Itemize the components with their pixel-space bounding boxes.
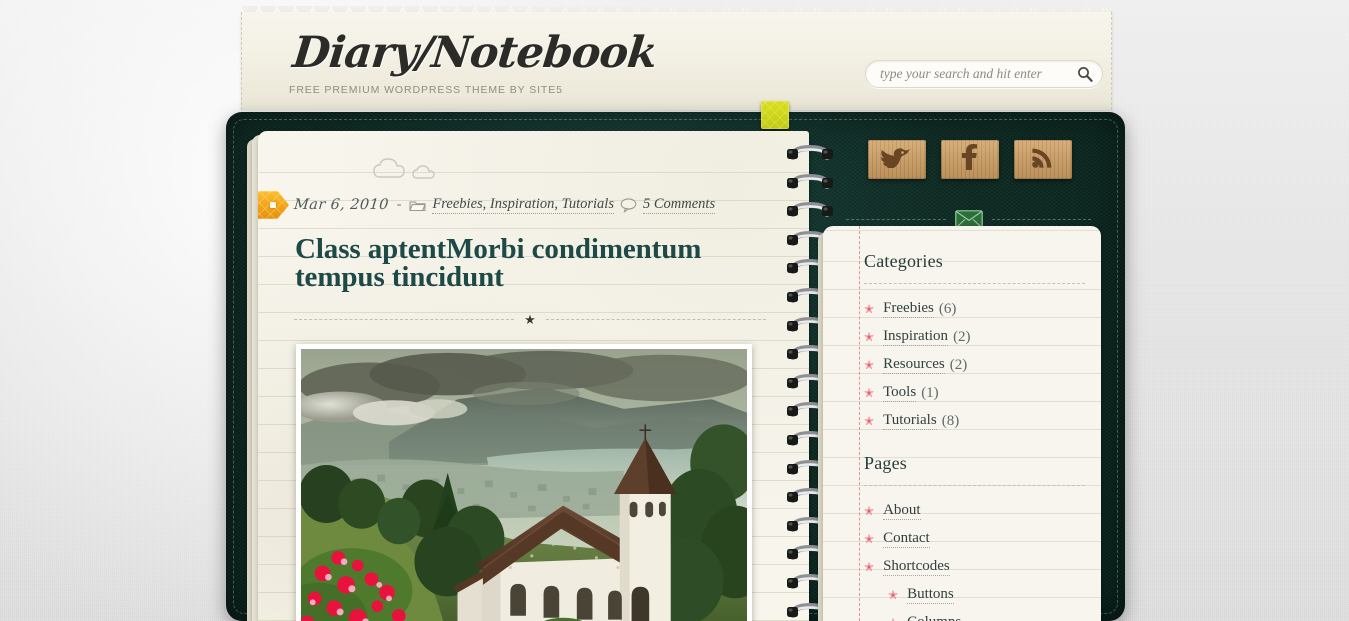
- category-count: (2): [949, 356, 968, 373]
- category-count: (8): [941, 412, 960, 429]
- social-links: [868, 140, 1072, 179]
- category-list: ✭ Freebies (6) ✭ Inspiration (2) ✭ Resou…: [864, 295, 1089, 435]
- social-link-facebook[interactable]: [941, 140, 999, 179]
- list-item[interactable]: ✭ Tools (1): [864, 379, 1089, 407]
- site-tagline: FREE PREMIUM WORDPRESS THEME BY SITE5: [289, 84, 563, 96]
- cloud-doodle-icon: [372, 157, 442, 188]
- spiral-ring: [786, 173, 834, 191]
- category-link[interactable]: Tools: [883, 384, 917, 402]
- post-title[interactable]: Class aptentMorbi condimentum tempus tin…: [295, 235, 765, 292]
- page-link[interactable]: About: [883, 502, 921, 520]
- search-input[interactable]: [866, 66, 1072, 82]
- widget-rule-categories: [864, 283, 1085, 284]
- title-divider: ★: [294, 311, 766, 327]
- post-featured-image[interactable]: [296, 344, 752, 621]
- site-header: Diary/Notebook FREE PREMIUM WORDPRESS TH…: [241, 12, 1112, 110]
- content-page: Mar 6, 2010 - Freebies, Inspiration, Tut…: [258, 131, 809, 621]
- search-box[interactable]: [865, 60, 1103, 88]
- category-count: (1): [921, 384, 939, 401]
- post-category-links[interactable]: Freebies, Inspiration, Tutorials: [432, 196, 614, 214]
- sidebar-margin-line: [859, 226, 860, 621]
- meta-dash: -: [396, 197, 402, 212]
- category-link[interactable]: Tutorials: [883, 412, 937, 430]
- photo-artwork: [301, 349, 747, 621]
- folder-icon: [409, 198, 427, 212]
- star-bullet-icon: ✭: [864, 532, 875, 546]
- star-bullet-icon: ✭: [864, 414, 875, 428]
- list-item[interactable]: ✭ Columns: [864, 609, 1089, 621]
- rss-icon: [1031, 145, 1055, 174]
- category-link[interactable]: Resources: [883, 356, 945, 374]
- page-link[interactable]: Buttons: [907, 586, 954, 604]
- post-comments-link[interactable]: 5 Comments: [642, 196, 716, 214]
- star-bullet-icon: ✭: [864, 358, 875, 372]
- search-icon[interactable]: [1072, 61, 1098, 87]
- page-link[interactable]: Columns: [907, 614, 961, 621]
- divider-star-icon: ★: [524, 311, 536, 327]
- list-item[interactable]: ✭ Shortcodes: [864, 553, 1089, 581]
- spiral-ring: [786, 202, 834, 219]
- list-item[interactable]: ✭ Resources (2): [864, 351, 1089, 379]
- list-item[interactable]: ✭ Freebies (6): [864, 295, 1089, 323]
- page-link[interactable]: Contact: [883, 530, 930, 548]
- star-bullet-icon: ✭: [864, 504, 875, 518]
- bookmark-tab[interactable]: [761, 101, 789, 129]
- list-item[interactable]: ✭ Contact: [864, 525, 1089, 553]
- star-bullet-icon: ✭: [864, 560, 875, 574]
- widget-rule-pages: [864, 485, 1085, 486]
- social-link-twitter[interactable]: [868, 140, 926, 179]
- sidebar: Categories ✭ Freebies (6) ✭ Inspiration …: [823, 226, 1101, 621]
- page-link[interactable]: Shortcodes: [883, 558, 950, 576]
- star-bullet-icon: ✭: [864, 330, 875, 344]
- list-item[interactable]: ✭ Inspiration (2): [864, 323, 1089, 351]
- spiral-ring: [786, 144, 834, 162]
- post-meta: Mar 6, 2010 - Freebies, Inspiration, Tut…: [293, 196, 716, 214]
- page-root: Diary/Notebook FREE PREMIUM WORDPRESS TH…: [0, 0, 1349, 621]
- widget-title-pages: Pages: [864, 453, 907, 473]
- site-logo[interactable]: Diary/Notebook: [290, 28, 659, 78]
- category-count: (2): [953, 328, 971, 345]
- category-link[interactable]: Inspiration: [883, 328, 949, 346]
- star-bullet-icon: ✭: [864, 386, 875, 400]
- date-tag: [258, 191, 289, 219]
- widget-title-categories: Categories: [864, 251, 943, 271]
- speech-bubble-icon: [620, 197, 637, 213]
- list-item[interactable]: ✭ Tutorials (8): [864, 407, 1089, 435]
- star-bullet-icon: ✭: [864, 302, 875, 316]
- category-count: (6): [938, 300, 957, 317]
- post-date: Mar 6, 2010: [293, 197, 390, 213]
- social-link-rss[interactable]: [1014, 140, 1072, 179]
- pages-list: ✭ About ✭ Contact ✭ Shortcodes ✭ Buttons…: [864, 497, 1089, 621]
- list-item[interactable]: ✭ About: [864, 497, 1089, 525]
- twitter-icon: [881, 146, 913, 173]
- star-bullet-icon: ✭: [888, 617, 898, 621]
- category-link[interactable]: Freebies: [883, 300, 934, 318]
- facebook-icon: [961, 144, 979, 175]
- list-item[interactable]: ✭ Buttons: [864, 581, 1089, 609]
- star-bullet-icon: ✭: [888, 588, 899, 602]
